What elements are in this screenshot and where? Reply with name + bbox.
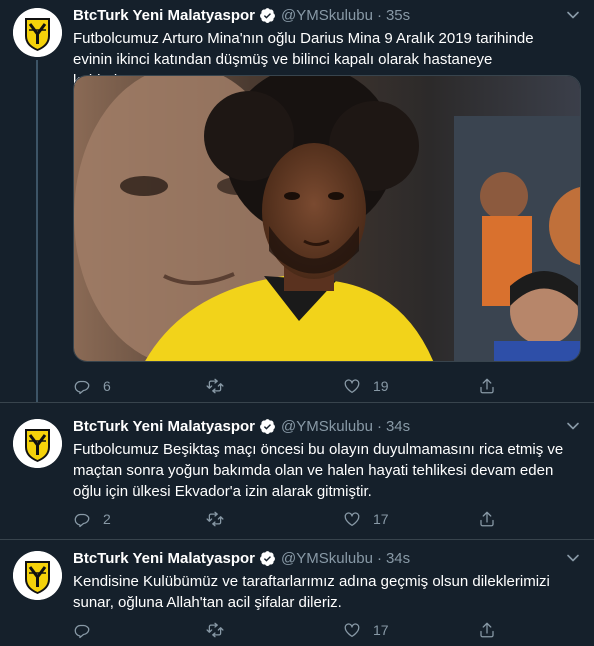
reply-icon [74,624,90,639]
retweet-icon [206,378,224,394]
club-logo [13,419,62,468]
tweet-header: BtcTurk Yeni Malatyaspor @YMSkulubu · 35… [73,5,410,25]
divider [0,402,594,403]
verified-badge-icon [260,418,275,434]
chevron-down-icon[interactable] [566,551,580,565]
like-count: 17 [373,622,389,638]
like-count: 17 [373,511,389,527]
tweet-actions: 17 [73,619,513,641]
tweet-photo[interactable] [73,75,581,362]
author-name[interactable]: BtcTurk Yeni Malatyaspor [73,7,255,24]
share-icon [480,378,494,394]
divider [0,539,594,540]
like-button[interactable]: 17 [343,508,389,530]
separator: · [376,417,382,435]
retweet-button[interactable] [206,508,236,530]
chevron-down-icon[interactable] [566,419,580,433]
share-button[interactable] [478,508,496,530]
verified-badge-icon [260,7,275,23]
timestamp[interactable]: 34s [386,550,410,567]
like-button[interactable]: 19 [343,375,389,397]
author-name[interactable]: BtcTurk Yeni Malatyaspor [73,550,255,567]
reply-count: 2 [103,511,111,527]
club-logo [13,551,62,600]
avatar[interactable] [13,8,62,57]
avatar[interactable] [13,551,62,600]
timestamp[interactable]: 34s [386,418,410,435]
tweet[interactable]: BtcTurk Yeni Malatyaspor @YMSkulubu · 34… [0,543,594,646]
tweet[interactable]: BtcTurk Yeni Malatyaspor @YMSkulubu · 34… [0,411,594,539]
like-count: 19 [373,378,389,394]
share-button[interactable] [478,619,496,641]
thread-line [36,60,38,402]
tweet-actions: 6 19 [73,375,513,397]
author-handle[interactable]: @YMSkulubu [281,550,373,567]
author-name[interactable]: BtcTurk Yeni Malatyaspor [73,418,255,435]
reply-icon [74,513,90,528]
heart-icon [344,623,360,638]
reply-button[interactable] [73,619,103,641]
player-photo [74,76,580,361]
retweet-icon [206,511,224,527]
tweet-text: Kendisine Kulübümüz ve taraftarlarımız a… [73,573,550,611]
retweet-button[interactable] [206,619,236,641]
tweet-header: BtcTurk Yeni Malatyaspor @YMSkulubu · 34… [73,416,410,436]
avatar[interactable] [13,419,62,468]
reply-count: 6 [103,378,111,394]
tweet-header: BtcTurk Yeni Malatyaspor @YMSkulubu · 34… [73,548,410,568]
reply-button[interactable]: 2 [73,508,111,530]
club-logo [13,8,62,57]
like-button[interactable]: 17 [343,619,389,641]
tweet-actions: 2 17 [73,508,513,530]
separator: · [376,549,382,567]
reply-icon [74,380,90,395]
author-handle[interactable]: @YMSkulubu [281,418,373,435]
heart-icon [344,512,360,527]
share-icon [480,622,494,638]
retweet-button[interactable] [206,375,236,397]
share-icon [480,511,494,527]
retweet-icon [206,622,224,638]
verified-badge-icon [260,550,275,566]
share-button[interactable] [478,375,496,397]
separator: · [376,6,382,24]
author-handle[interactable]: @YMSkulubu [281,7,373,24]
reply-button[interactable]: 6 [73,375,111,397]
chevron-down-icon[interactable] [566,8,580,22]
heart-icon [344,379,360,394]
tweet[interactable]: BtcTurk Yeni Malatyaspor @YMSkulubu · 35… [0,0,594,402]
tweet-text: Futbolcumuz Beşiktaş maçı öncesi bu olay… [73,441,564,500]
timestamp[interactable]: 35s [386,7,410,24]
